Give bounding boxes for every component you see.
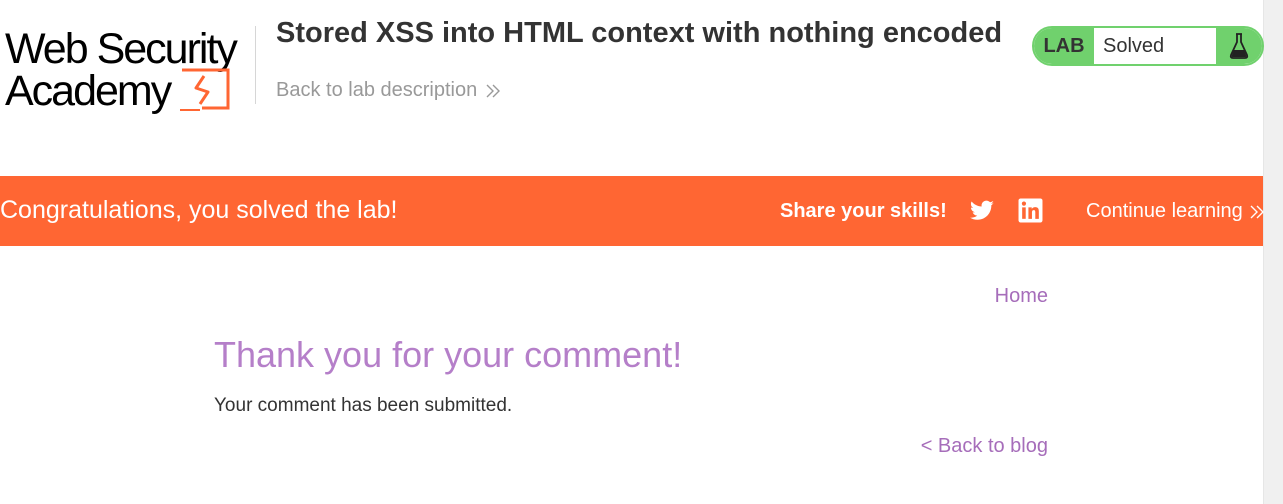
back-to-lab-description-link[interactable]: Back to lab description: [276, 79, 501, 102]
logo-mark-icon: [180, 68, 230, 111]
logo-text-line2: Academy: [5, 67, 172, 115]
back-to-blog-link[interactable]: < Back to blog: [921, 435, 1048, 458]
continue-learning-link[interactable]: Continue learning: [1086, 200, 1265, 223]
header-divider: [255, 26, 256, 104]
banner-message: Congratulations, you solved the lab!: [0, 196, 398, 224]
confirmation-message: Your comment has been submitted.: [214, 395, 513, 416]
double-chevron-right-icon: [486, 84, 501, 97]
lab-title: Stored XSS into HTML context with nothin…: [276, 17, 1003, 49]
solved-banner: Congratulations, you solved the lab! Sha…: [0, 176, 1265, 246]
share-skills-label: Share your skills!: [780, 200, 947, 222]
lab-badge: LAB: [1034, 28, 1094, 64]
vertical-scrollbar[interactable]: [1263, 0, 1283, 504]
lab-status-widget: LAB Solved: [1032, 26, 1264, 66]
back-to-lab-description-label: Back to lab description: [276, 79, 478, 101]
double-chevron-right-icon: [1250, 205, 1264, 218]
flask-icon: [1216, 28, 1262, 64]
page-heading: Thank you for your comment!: [214, 334, 683, 375]
academy-logo[interactable]: Web Security Academy: [0, 22, 256, 118]
home-link[interactable]: Home: [995, 285, 1048, 308]
twitter-icon[interactable]: [969, 198, 995, 224]
lab-status-text: Solved: [1103, 34, 1165, 57]
linkedin-icon[interactable]: [1018, 198, 1043, 223]
logo-text-line1: Web Security: [5, 25, 238, 73]
continue-learning-label: Continue learning: [1086, 200, 1243, 222]
